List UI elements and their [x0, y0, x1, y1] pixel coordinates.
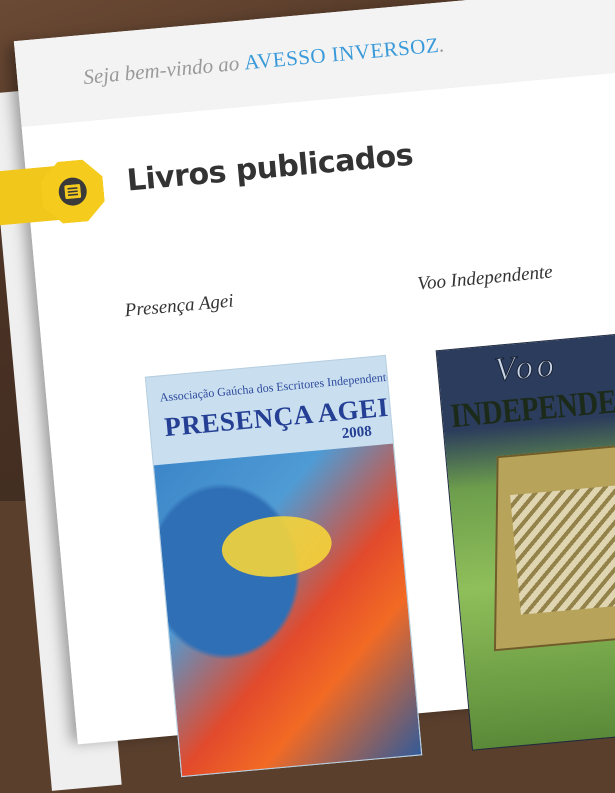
tilted-page-view: Seja bem-vindo ao AVESSO INVERSOZ. Livro…: [0, 0, 615, 791]
cover-top-word: Voo: [493, 346, 560, 390]
cover-staircase-illustration: [510, 484, 615, 615]
welcome-prefix: Seja bem-vindo ao: [82, 50, 246, 90]
main-page: Seja bem-vindo ao AVESSO INVERSOZ. Livro…: [0, 0, 615, 778]
cover-year: 2008: [341, 423, 373, 443]
site-name-link[interactable]: AVESSO INVERSOZ: [243, 33, 440, 75]
cover-artwork: [153, 443, 422, 778]
welcome-suffix: .: [437, 32, 446, 57]
book-cover-presenca-agei[interactable]: Associação Gaúcha dos Escritores Indepen…: [144, 354, 423, 778]
welcome-message: Seja bem-vindo ao AVESSO INVERSOZ.: [82, 32, 445, 90]
